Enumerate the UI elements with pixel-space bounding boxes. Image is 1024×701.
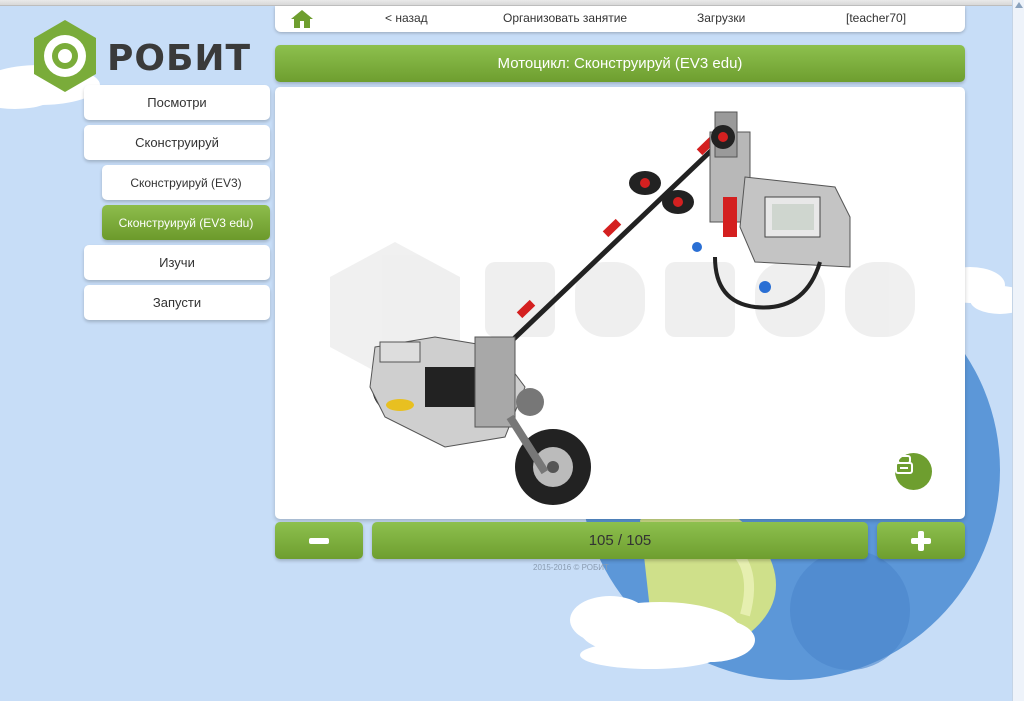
next-step-button[interactable] [877,522,965,559]
page-title: Мотоцикл: Сконструируй (EV3 edu) [275,45,965,82]
browser-frame-top [0,0,1024,6]
downloads-link[interactable]: Загрузки [697,11,745,25]
sidebar-item-build-ev3[interactable]: Сконструируй (EV3) [102,165,270,200]
scrollbar[interactable] [1012,0,1024,701]
back-link[interactable]: < назад [385,11,428,25]
sidebar-item-learn[interactable]: Изучи [84,245,270,280]
logo[interactable] [30,18,100,94]
top-navigation: < назад Организовать занятие Загрузки [t… [275,6,965,32]
logo-text: РОБИТ [107,38,252,79]
home-button[interactable] [275,6,329,32]
sidebar-item-build[interactable]: Сконструируй [84,125,270,160]
sidebar-item-watch[interactable]: Посмотри [84,85,270,120]
cube-view-icon [895,455,913,474]
robit-hex-logo-icon [34,20,96,92]
organize-lesson-link[interactable]: Организовать занятие [503,11,627,25]
robot-model-image [330,111,915,505]
sidebar-item-build-ev3-edu[interactable]: Сконструируй (EV3 edu) [102,205,270,240]
previous-step-button[interactable] [275,522,363,559]
minus-icon [309,537,329,544]
plus-icon [911,530,931,551]
sidebar-item-run[interactable]: Запусти [84,285,270,320]
step-counter: 105 / 105 [372,522,868,559]
user-account-link[interactable]: [teacher70] [846,11,906,25]
scroll-up-icon[interactable] [1015,2,1023,8]
view-mode-button[interactable] [895,453,932,490]
footer-copyright: 2015-2016 © РОБИТ [533,563,609,572]
model-viewer[interactable] [275,87,965,519]
home-icon [291,10,313,28]
